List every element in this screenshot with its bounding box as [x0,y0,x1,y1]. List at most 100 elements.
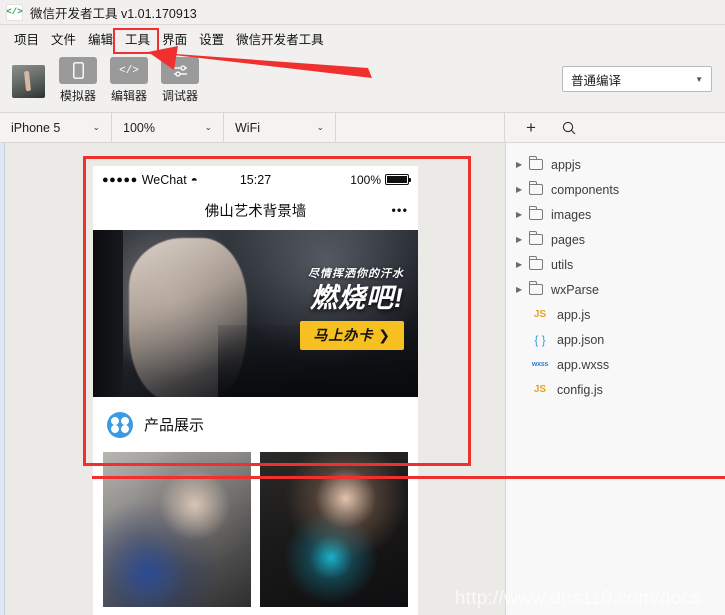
page-title: 佛山艺术背景墙 [204,203,307,220]
device-bar-spacer [336,113,505,142]
toolbar: 模拟器 </> 编辑器 调试器 普通编译 ▼ [0,52,725,113]
wxss-file-icon: wxss [531,361,549,368]
section-title: 产品展示 [144,417,205,434]
banner-copy: 尽情挥洒你的汗水 燃烧吧! 马上办卡 ❯ [300,265,404,350]
chevron-right-icon[interactable]: ▶ [516,210,529,219]
wechat-menu-dots-icon[interactable]: ••• [391,203,408,218]
js-file-icon: JS [533,309,547,320]
tree-label: app.wxss [557,357,610,372]
carrier-label: WeChat [141,172,187,187]
promo-banner[interactable]: 尽情挥洒你的汗水 燃烧吧! 马上办卡 ❯ [93,230,418,397]
app-window: </> 微信开发者工具 v1.01.170913 项目 文件 编辑 工具 界面 … [0,0,725,615]
chevron-right-icon[interactable]: ▶ [516,160,529,169]
status-right: 100% [350,172,411,187]
zoom-select[interactable]: 100% ⌄ [112,113,224,142]
folder-icon [528,281,543,295]
menu-item-file[interactable]: 文件 [45,26,82,51]
tree-folder-images[interactable]: ▶ images [506,202,725,227]
phone-nav-bar: 佛山艺术背景墙 ••• [93,193,418,227]
banner-headline: 燃烧吧! [310,283,404,313]
folder-icon [528,181,543,195]
debugger-label: 调试器 [161,89,198,103]
phone-preview: ●●●●● WeChat ◓ 15:27 100% 佛山艺术背景墙 ••• 尽情… [93,166,418,615]
tree-label: components [551,182,620,197]
tree-label: utils [551,257,574,272]
js-file-icon: JS [533,384,547,395]
code-icon: </> [110,57,148,84]
product-grid [93,452,418,607]
zoom-value: 100% [123,120,155,135]
compile-mode-value: 普通编译 [571,73,622,88]
sliders-icon [161,57,199,84]
tree-file-app-js[interactable]: JS app.js [506,302,725,327]
device-select[interactable]: iPhone 5 ⌄ [0,113,112,142]
tree-folder-pages[interactable]: ▶ pages [506,227,725,252]
folder-icon [528,206,543,220]
wifi-icon: ◓ [190,172,198,187]
chevron-right-icon[interactable]: ▶ [516,260,529,269]
search-button[interactable] [561,120,577,136]
tree-file-app-json[interactable]: { } app.json [506,327,725,352]
battery-percent: 100% [350,172,381,187]
tree-label: app.js [557,307,591,322]
compile-mode-select[interactable]: 普通编译 ▼ [562,66,712,92]
chevron-down-icon: ⌄ [204,122,212,132]
tree-folder-wxparse[interactable]: ▶ wxParse [506,277,725,302]
simulator-label: 模拟器 [59,89,96,103]
chevron-down-icon: ⌄ [92,122,100,132]
window-title: 微信开发者工具 v1.01.170913 [30,6,197,21]
product-photo-2[interactable] [260,452,408,607]
chevron-right-icon[interactable]: ▶ [516,235,529,244]
chevron-down-icon: ▼ [695,74,703,84]
device-bar-actions: + [505,113,725,142]
banner-cta-button[interactable]: 马上办卡 ❯ [300,321,404,350]
menu-bar: 项目 文件 编辑 工具 界面 设置 微信开发者工具 [0,25,725,52]
battery-icon [385,174,411,185]
device-bar: iPhone 5 ⌄ 100% ⌄ WiFi ⌄ + [0,113,725,143]
user-avatar[interactable] [12,65,45,98]
tree-folder-components[interactable]: ▶ components [506,177,725,202]
banner-subtitle: 尽情挥洒你的汗水 [308,268,404,280]
phone-status-bar: ●●●●● WeChat ◓ 15:27 100% [93,166,418,193]
simulator-button[interactable]: 模拟器 [59,57,97,104]
menu-item-tools[interactable]: 工具 [119,26,156,51]
product-photo-1[interactable] [103,452,251,607]
device-value: iPhone 5 [11,120,61,135]
tree-label: app.json [557,332,605,347]
phone-icon [59,57,97,84]
editor-label: 编辑器 [110,89,147,103]
folder-icon [528,231,543,245]
chevron-right-icon[interactable]: ▶ [516,285,529,294]
section-header-products: 产品展示 [93,397,418,452]
network-value: WiFi [235,120,260,135]
title-bar: </> 微信开发者工具 v1.01.170913 [0,0,725,25]
folder-icon [528,156,543,170]
tree-label: config.js [557,382,603,397]
plus-icon: + [526,118,536,137]
chevron-right-icon[interactable]: ▶ [516,185,529,194]
tree-label: appjs [551,157,581,172]
add-file-button[interactable]: + [523,118,539,137]
file-tree-panel: ▶ appjs ▶ components ▶ images ▶ pages ▶ … [505,143,725,615]
tree-folder-appjs[interactable]: ▶ appjs [506,152,725,177]
menu-item-devtools[interactable]: 微信开发者工具 [230,26,330,51]
tree-label: images [551,207,592,222]
debugger-button[interactable]: 调试器 [161,57,199,104]
code-brackets-icon: </> [6,3,23,21]
menu-item-ui[interactable]: 界面 [156,26,193,51]
network-select[interactable]: WiFi ⌄ [224,113,336,142]
banner-shade-left [93,230,123,397]
tree-folder-utils[interactable]: ▶ utils [506,252,725,277]
menu-item-edit[interactable]: 编辑 [82,26,119,51]
tree-file-config-js[interactable]: JS config.js [506,377,725,402]
menu-item-settings[interactable]: 设置 [193,26,230,51]
menu-item-project[interactable]: 项目 [8,26,45,51]
signal-dots-icon: ●●●●● [102,173,138,186]
tree-label: wxParse [551,282,599,297]
flower-grid-icon [107,411,133,438]
tree-label: pages [551,232,586,247]
toolbar-buttons: 模拟器 </> 编辑器 调试器 [59,57,199,104]
editor-button[interactable]: </> 编辑器 [110,57,148,104]
tree-file-app-wxss[interactable]: wxss app.wxss [506,352,725,377]
chevron-down-icon: ⌄ [316,122,324,132]
